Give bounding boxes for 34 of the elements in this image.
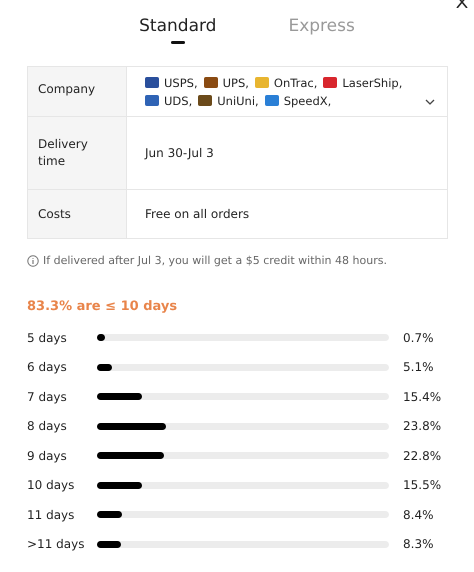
close-icon[interactable] <box>456 0 468 8</box>
percent-value: 15.4% <box>403 390 442 404</box>
carrier-name: USPS, <box>164 76 198 90</box>
days-label: 6 days <box>27 360 68 374</box>
row-label: Company <box>38 81 96 98</box>
days-label: 7 days <box>27 390 68 404</box>
days-label: 8 days <box>27 419 68 434</box>
percent-value: 5.1% <box>403 360 434 374</box>
percent-value: 15.5% <box>403 478 442 492</box>
days-label: 5 days <box>27 330 68 345</box>
carrier-name: SpeedX, <box>284 94 332 108</box>
info-icon <box>27 254 39 266</box>
days-label: 11 days <box>27 508 76 522</box>
distribution-headline: 83.3% are ≤ 10 days <box>27 299 178 314</box>
credit-note: If delivered after Jul 3, you will get a $5 credit within 48 hours. <box>43 254 387 267</box>
row-value: Free on all orders <box>145 207 250 221</box>
carrier-name: UniUni, <box>217 94 259 108</box>
carrier-name: OnTrac, <box>274 76 318 90</box>
days-label: >11 days <box>27 537 86 552</box>
row-label: Delivery time <box>38 136 89 170</box>
percent-value: 0.7% <box>403 330 434 345</box>
days-label: 10 days <box>27 478 76 492</box>
percent-value: 8.4% <box>403 508 434 522</box>
percent-value: 23.8% <box>403 419 442 434</box>
tab[interactable]: Standard <box>139 16 216 46</box>
carrier-name: UDS, <box>164 94 192 108</box>
carrier-name: UPS, <box>222 76 249 90</box>
row-value: Jun 30-Jul 3 <box>145 146 214 160</box>
row-label: Costs <box>38 206 71 222</box>
percent-value: 8.3% <box>403 537 434 552</box>
days-label: 9 days <box>27 448 68 463</box>
carrier-name: LaserShip, <box>342 76 402 90</box>
chevron-icon[interactable] <box>425 99 435 105</box>
percent-value: 22.8% <box>403 448 442 463</box>
